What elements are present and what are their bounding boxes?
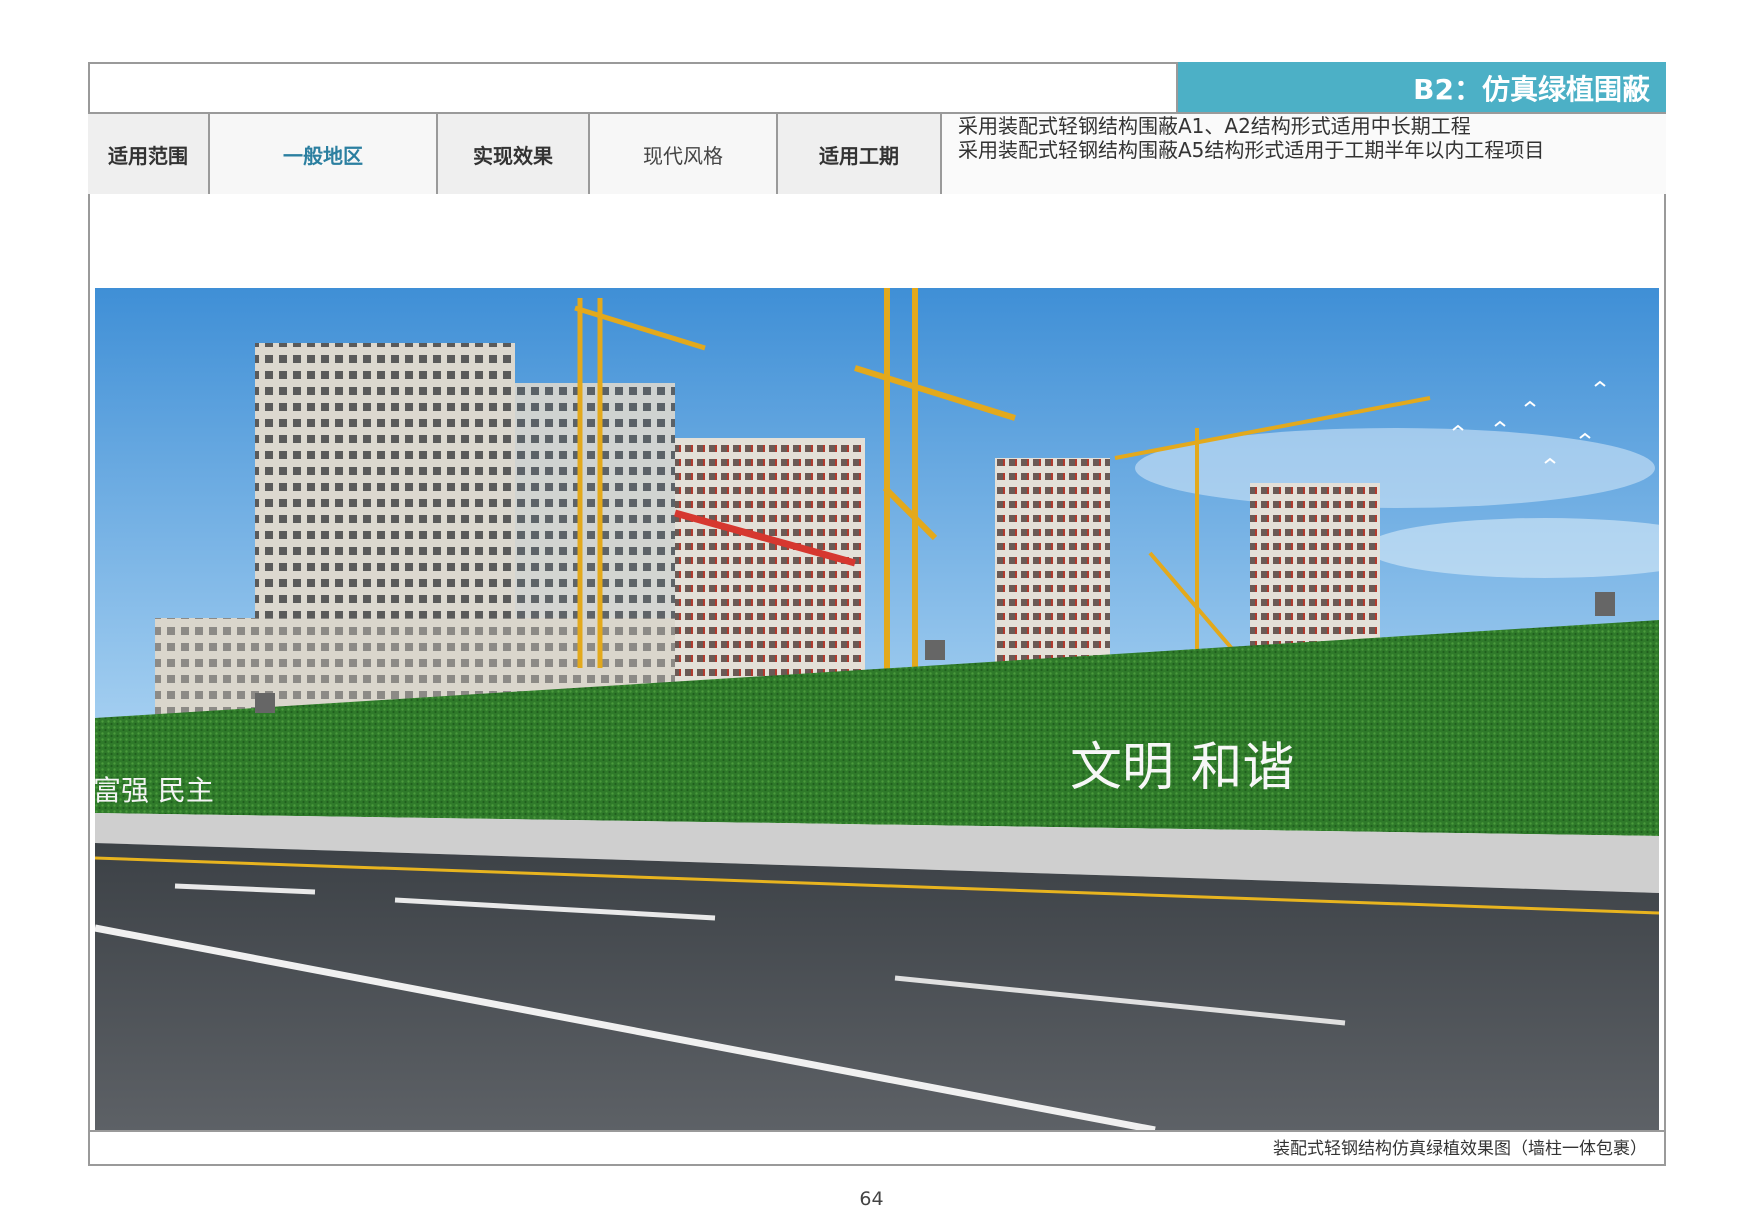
wall-slogan-right: 文明 和谐	[1070, 738, 1295, 798]
rendering-image: 富强 民主 文明 和谐	[95, 288, 1659, 1130]
section-title: B2：仿真绿植围蔽	[1413, 73, 1650, 106]
image-caption: 装配式轻钢结构仿真绿植效果图（墙柱一体包裹）	[1273, 1139, 1647, 1159]
wall-slogan-left: 富强 民主	[95, 774, 214, 807]
scope-value: 一般地区	[210, 114, 438, 194]
scope-label: 适用范围	[88, 114, 210, 194]
period-note-2: 采用装配式轻钢结构围蔽A5结构形式适用于工期半年以内工程项目	[958, 138, 1545, 162]
effect-label: 实现效果	[438, 114, 590, 194]
info-row: 适用范围 一般地区 实现效果 现代风格 适用工期 采用装配式轻钢结构围蔽A1、A…	[88, 114, 1666, 194]
period-notes: 采用装配式轻钢结构围蔽A1、A2结构形式适用中长期工程 采用装配式轻钢结构围蔽A…	[942, 114, 1666, 194]
period-label: 适用工期	[778, 114, 942, 194]
divider-caption	[88, 1130, 1666, 1132]
construction-hoarding-illustration: 富强 民主 文明 和谐	[95, 288, 1659, 1130]
period-note-1: 采用装配式轻钢结构围蔽A1、A2结构形式适用中长期工程	[958, 114, 1471, 138]
effect-value: 现代风格	[590, 114, 778, 194]
section-title-bar: B2：仿真绿植围蔽	[1176, 62, 1666, 114]
page-number: 64	[859, 1188, 884, 1210]
